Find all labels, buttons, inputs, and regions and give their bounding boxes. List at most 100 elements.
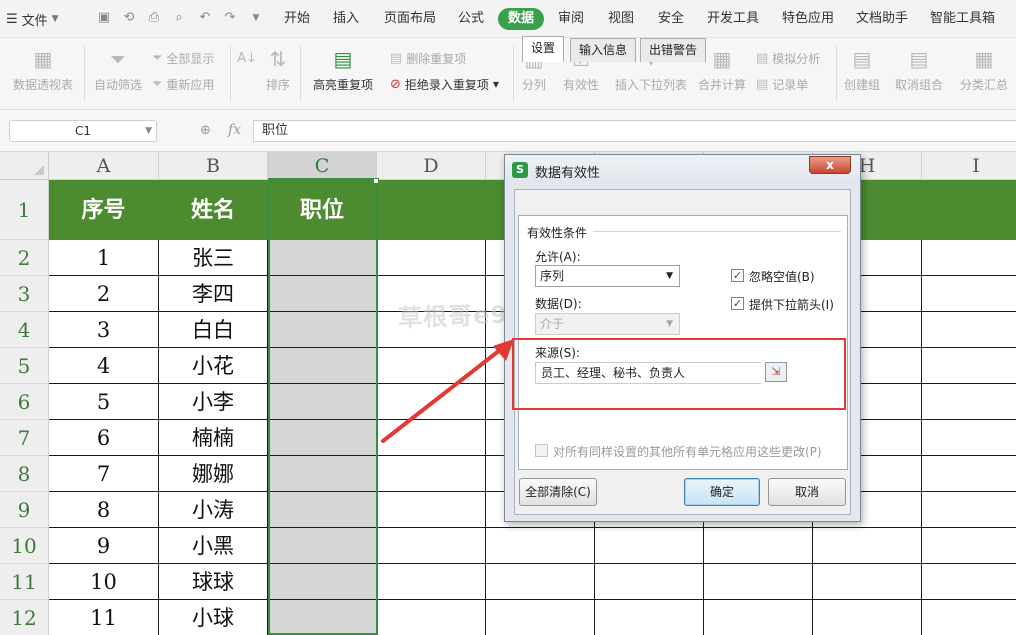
tab-error-alert[interactable]: 出错警告 [640, 38, 707, 62]
file-menu[interactable]: ☰ 文件 ▼ [6, 8, 59, 30]
function-icon[interactable]: fx [228, 122, 241, 138]
header-cell[interactable] [922, 180, 1016, 240]
table-cell[interactable] [268, 240, 377, 276]
row-header-9[interactable]: 9 [0, 492, 49, 528]
sort-asc-button[interactable]: A↓ [237, 48, 257, 76]
table-cell[interactable] [922, 276, 1016, 312]
tab-doc-assistant[interactable]: 文档助手 [856, 8, 908, 30]
select-all-corner[interactable] [0, 152, 49, 180]
tab-view[interactable]: 视图 [608, 8, 634, 30]
table-cell[interactable] [377, 348, 486, 384]
apply-all-checkbox[interactable] [535, 444, 548, 457]
row-header-6[interactable]: 6 [0, 384, 49, 420]
table-cell[interactable] [268, 492, 377, 528]
header-cell[interactable]: 姓名 [159, 180, 268, 240]
table-cell[interactable]: 小黑 [159, 528, 268, 564]
table-cell[interactable]: 张三 [159, 240, 268, 276]
fill-handle[interactable] [373, 178, 379, 184]
table-cell[interactable] [704, 600, 813, 635]
table-cell[interactable] [922, 600, 1016, 635]
redo-icon[interactable]: ↷ [221, 9, 239, 27]
table-cell[interactable]: 1 [49, 240, 159, 276]
table-cell[interactable] [813, 528, 922, 564]
table-cell[interactable] [922, 348, 1016, 384]
table-cell[interactable]: 6 [49, 420, 159, 456]
ignore-blank-checkbox[interactable]: ✓ [731, 269, 744, 282]
table-cell[interactable]: 11 [49, 600, 159, 635]
column-header-i[interactable]: I [922, 152, 1016, 180]
column-header-b[interactable]: B [159, 152, 268, 180]
row-header-7[interactable]: 7 [0, 420, 49, 456]
column-header-d[interactable]: D [377, 152, 486, 180]
autofilter-button[interactable]: ⏷ 自动筛选 [92, 48, 144, 93]
data-select[interactable]: 介于 ▼ [535, 313, 680, 335]
table-cell[interactable] [922, 240, 1016, 276]
table-cell[interactable] [595, 600, 704, 635]
table-cell[interactable]: 李四 [159, 276, 268, 312]
row-header-3[interactable]: 3 [0, 276, 49, 312]
tab-formulas[interactable]: 公式 [458, 8, 484, 30]
tab-security[interactable]: 安全 [658, 8, 684, 30]
table-cell[interactable] [922, 456, 1016, 492]
tab-home[interactable]: 开始 [284, 8, 310, 30]
table-cell[interactable]: 楠楠 [159, 420, 268, 456]
undo-icon[interactable]: ↶ [196, 9, 214, 27]
row-header-11[interactable]: 11 [0, 564, 49, 600]
table-cell[interactable] [377, 456, 486, 492]
tab-input-message[interactable]: 输入信息 [570, 38, 637, 62]
table-cell[interactable] [268, 312, 377, 348]
row-header-12[interactable]: 12 [0, 600, 49, 635]
tab-smart-toolbox[interactable]: 智能工具箱 [930, 8, 995, 30]
row-header-2[interactable]: 2 [0, 240, 49, 276]
table-cell[interactable]: 7 [49, 456, 159, 492]
table-cell[interactable] [268, 600, 377, 635]
tab-page-layout[interactable]: 页面布局 [384, 8, 436, 30]
table-cell[interactable] [922, 564, 1016, 600]
table-cell[interactable] [922, 384, 1016, 420]
column-header-c[interactable]: C [268, 152, 377, 180]
create-group-button[interactable]: ▤ 创建组 [841, 48, 883, 93]
table-cell[interactable]: 9 [49, 528, 159, 564]
table-cell[interactable] [377, 420, 486, 456]
row-header-10[interactable]: 10 [0, 528, 49, 564]
table-cell[interactable] [486, 564, 595, 600]
table-cell[interactable] [377, 528, 486, 564]
cancel-button[interactable]: 取消 [768, 478, 846, 506]
ungroup-button[interactable]: ▤ 取消组合 [888, 48, 950, 93]
print-preview-icon[interactable]: ⌕ [170, 9, 188, 27]
table-cell[interactable]: 白白 [159, 312, 268, 348]
table-cell[interactable]: 2 [49, 276, 159, 312]
table-cell[interactable]: 小涛 [159, 492, 268, 528]
tab-review[interactable]: 审阅 [558, 8, 584, 30]
row-header-5[interactable]: 5 [0, 348, 49, 384]
table-cell[interactable] [268, 528, 377, 564]
table-cell[interactable]: 球球 [159, 564, 268, 600]
table-cell[interactable] [268, 384, 377, 420]
clear-all-button[interactable]: 全部清除(C) [519, 478, 597, 506]
recover-icon[interactable]: ⟲ [120, 9, 138, 27]
table-cell[interactable]: 8 [49, 492, 159, 528]
table-cell[interactable] [377, 492, 486, 528]
zoom-icon[interactable]: ⊕ [200, 123, 211, 138]
table-cell[interactable]: 小球 [159, 600, 268, 635]
table-cell[interactable] [595, 564, 704, 600]
tab-data[interactable]: 数据 [498, 8, 545, 30]
pivot-table-button[interactable]: ▦ 数据透视表 [10, 48, 76, 93]
table-cell[interactable] [704, 564, 813, 600]
tab-developer[interactable]: 开发工具 [707, 8, 759, 30]
record-form-button[interactable]: ▤ 记录单 [756, 76, 808, 93]
table-cell[interactable] [486, 600, 595, 635]
table-cell[interactable] [268, 456, 377, 492]
header-cell[interactable]: 序号 [49, 180, 159, 240]
highlight-duplicates-button[interactable]: ▤ 高亮重复项 [306, 48, 380, 93]
header-cell[interactable]: 职位 [268, 180, 377, 240]
what-if-analysis-button[interactable]: ▤ 模拟分析 [756, 50, 820, 67]
table-cell[interactable] [377, 564, 486, 600]
formula-input[interactable]: 职位 [253, 120, 1016, 142]
table-cell[interactable] [377, 240, 486, 276]
row-header-1[interactable]: 1 [0, 180, 49, 240]
customize-icon[interactable]: ▼ [247, 9, 265, 27]
reapply-button[interactable]: ⏷ 重新应用 [152, 76, 214, 93]
table-cell[interactable]: 4 [49, 348, 159, 384]
table-cell[interactable] [813, 600, 922, 635]
